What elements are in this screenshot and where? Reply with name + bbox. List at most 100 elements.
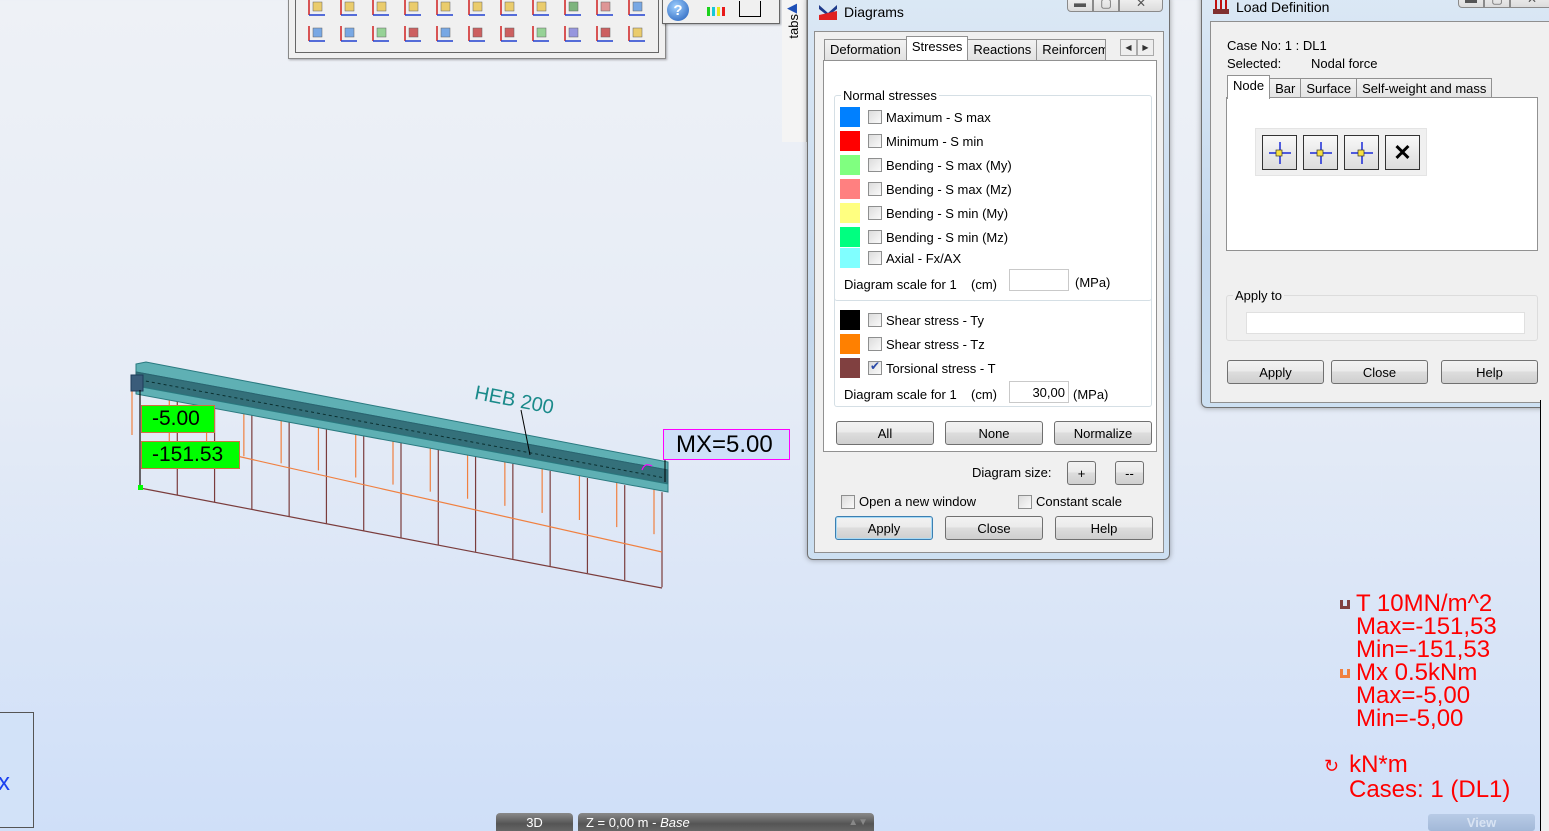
axis-xy-icon[interactable]	[496, 0, 522, 19]
tab-stresses[interactable]: Stresses	[905, 36, 969, 60]
ld-tab-self-weight-and-mass[interactable]: Self-weight and mass	[1356, 78, 1493, 99]
axis-yz-icon[interactable]	[464, 0, 490, 19]
rotate-icon[interactable]	[464, 23, 490, 45]
normal-item[interactable]: Maximum - S max	[840, 106, 991, 128]
axis-xz-icon[interactable]	[432, 0, 458, 19]
nodal-force-grid-icon[interactable]	[1344, 135, 1379, 170]
tab-reinforcem[interactable]: Reinforcem	[1036, 39, 1107, 60]
view-yz-icon[interactable]	[336, 0, 362, 19]
close-button[interactable]: Close	[945, 516, 1043, 540]
zoom-previous-icon[interactable]	[400, 23, 426, 45]
right-scrollbar[interactable]	[1540, 400, 1549, 831]
normal-scale-input[interactable]	[1009, 269, 1069, 291]
maximize-button[interactable]: ▢	[1093, 0, 1119, 12]
shear-checkbox[interactable]	[868, 359, 882, 375]
shear-scale-label: Diagram scale for 1	[844, 387, 957, 402]
tab-scroll-right-icon[interactable]: ▶	[1137, 39, 1154, 56]
shear-item[interactable]: Torsional stress - T	[840, 357, 996, 379]
load-definition-title-bar[interactable]: Load Definition	[1212, 0, 1329, 15]
ld-close-button[interactable]: Close	[1331, 360, 1428, 384]
shear-item[interactable]: Shear stress - Tz	[840, 333, 985, 355]
level-up-down-icon[interactable]: ▲▼	[848, 817, 868, 828]
zoom-window-icon[interactable]	[368, 23, 394, 45]
ld-help-button[interactable]: Help	[1441, 360, 1538, 384]
view-mode-button[interactable]: 3D	[496, 813, 573, 831]
view-button[interactable]: View	[1428, 814, 1535, 831]
diagram-size-plus-button[interactable]: +	[1067, 461, 1096, 485]
section-view-icon[interactable]	[560, 0, 586, 19]
normal-item[interactable]: Bending - S min (Mz)	[840, 226, 1008, 248]
shear-checkbox[interactable]	[868, 313, 882, 327]
open-new-window-checkbox[interactable]	[841, 494, 855, 509]
tab-scroller[interactable]: ◀ ▶	[1120, 39, 1154, 56]
imposed-displacement-icon[interactable]	[1303, 135, 1338, 170]
normal-item[interactable]: Minimum - S min	[840, 130, 984, 152]
apply-button[interactable]: Apply	[835, 516, 933, 540]
zoom-all-icon[interactable]	[432, 23, 458, 45]
ld-tab-bar[interactable]: Bar	[1269, 78, 1302, 99]
render-icon[interactable]	[592, 23, 618, 45]
ld-close-window-button[interactable]: ✕	[1510, 0, 1549, 8]
normal-checkbox[interactable]	[868, 158, 882, 172]
constant-scale-option[interactable]: Constant scale	[1018, 494, 1122, 509]
normal-checkbox[interactable]	[868, 134, 882, 148]
legend-torsion-line: T 10MN/m^2	[1340, 592, 1510, 616]
delete-load-icon[interactable]: ✕	[1385, 135, 1420, 170]
apply-to-input[interactable]	[1246, 312, 1525, 334]
normal-checkbox[interactable]	[868, 251, 882, 265]
ld-apply-button[interactable]: Apply	[1227, 360, 1324, 384]
normal-item[interactable]: Bending - S min (My)	[840, 202, 1008, 224]
all-button[interactable]: All	[836, 421, 934, 445]
pan-icon[interactable]	[560, 23, 586, 45]
nodal-force-icon[interactable]	[1262, 135, 1297, 170]
rotate-z-icon[interactable]	[336, 23, 362, 45]
selected-value: Nodal force	[1311, 56, 1378, 71]
normal-checkbox[interactable]	[868, 182, 882, 196]
normal-item[interactable]: Bending - S max (Mz)	[840, 178, 1012, 200]
diagram-size-minus-button[interactable]: --	[1115, 461, 1144, 485]
normal-checkbox[interactable]	[868, 206, 882, 220]
normal-checkbox[interactable]	[868, 110, 882, 124]
open-new-window-option[interactable]: Open a new window	[841, 494, 976, 509]
shear-item[interactable]: Shear stress - Ty	[840, 309, 984, 331]
normal-item[interactable]: Axial - Fx/AX	[840, 247, 961, 269]
normal-checkbox[interactable]	[868, 230, 882, 244]
ld-tab-surface[interactable]: Surface	[1300, 78, 1358, 99]
ld-maximize-button[interactable]: ▢	[1484, 0, 1510, 8]
help-icon[interactable]: ?	[667, 0, 689, 21]
color-swatch	[840, 358, 860, 378]
view-3d-icon[interactable]	[400, 0, 426, 19]
help-button[interactable]: Help	[1055, 516, 1153, 540]
moment-marker-icon	[1340, 669, 1350, 679]
load-definition-title: Load Definition	[1236, 0, 1330, 15]
diagrams-title-bar[interactable]: Diagrams	[818, 3, 904, 21]
legend-colors-icon[interactable]	[707, 7, 725, 16]
table-icon[interactable]	[739, 1, 761, 17]
shear-checkbox[interactable]	[868, 337, 882, 351]
tabs-strip[interactable]: ◀ tabs	[782, 0, 807, 142]
normalize-button[interactable]: Normalize	[1054, 421, 1152, 445]
shear-scale-input[interactable]	[1009, 381, 1069, 403]
level-selector[interactable]: Z = 0,00 m - Base ▲▼	[578, 813, 874, 831]
none-button[interactable]: None	[945, 421, 1043, 445]
rotate-y-icon[interactable]	[304, 23, 330, 45]
constant-scale-checkbox[interactable]	[1018, 494, 1032, 509]
zoom-in-out-icon[interactable]	[528, 23, 554, 45]
rotate-3d-icon[interactable]	[592, 0, 618, 19]
legend-torsion-max: Max=-151,53	[1356, 613, 1497, 640]
structure-view-icon[interactable]	[528, 0, 554, 19]
tab-deformation[interactable]: Deformation	[824, 39, 907, 60]
normal-item[interactable]: Bending - S max (My)	[840, 154, 1012, 176]
color-swatch	[840, 310, 860, 330]
rotate-x-icon[interactable]	[624, 0, 650, 19]
tab-reactions[interactable]: Reactions	[967, 39, 1038, 60]
windows-icon[interactable]	[624, 23, 650, 45]
rotate-around-icon[interactable]	[496, 23, 522, 45]
view-xy-icon[interactable]	[368, 0, 394, 19]
tab-scroll-left-icon[interactable]: ◀	[1120, 39, 1137, 56]
ld-tab-node[interactable]: Node	[1227, 75, 1271, 99]
ld-minimize-button[interactable]: ▬	[1458, 0, 1484, 8]
minimize-button[interactable]: ▬	[1067, 0, 1093, 12]
view-xz-icon[interactable]	[304, 0, 330, 19]
close-window-button[interactable]: ✕	[1119, 0, 1163, 12]
